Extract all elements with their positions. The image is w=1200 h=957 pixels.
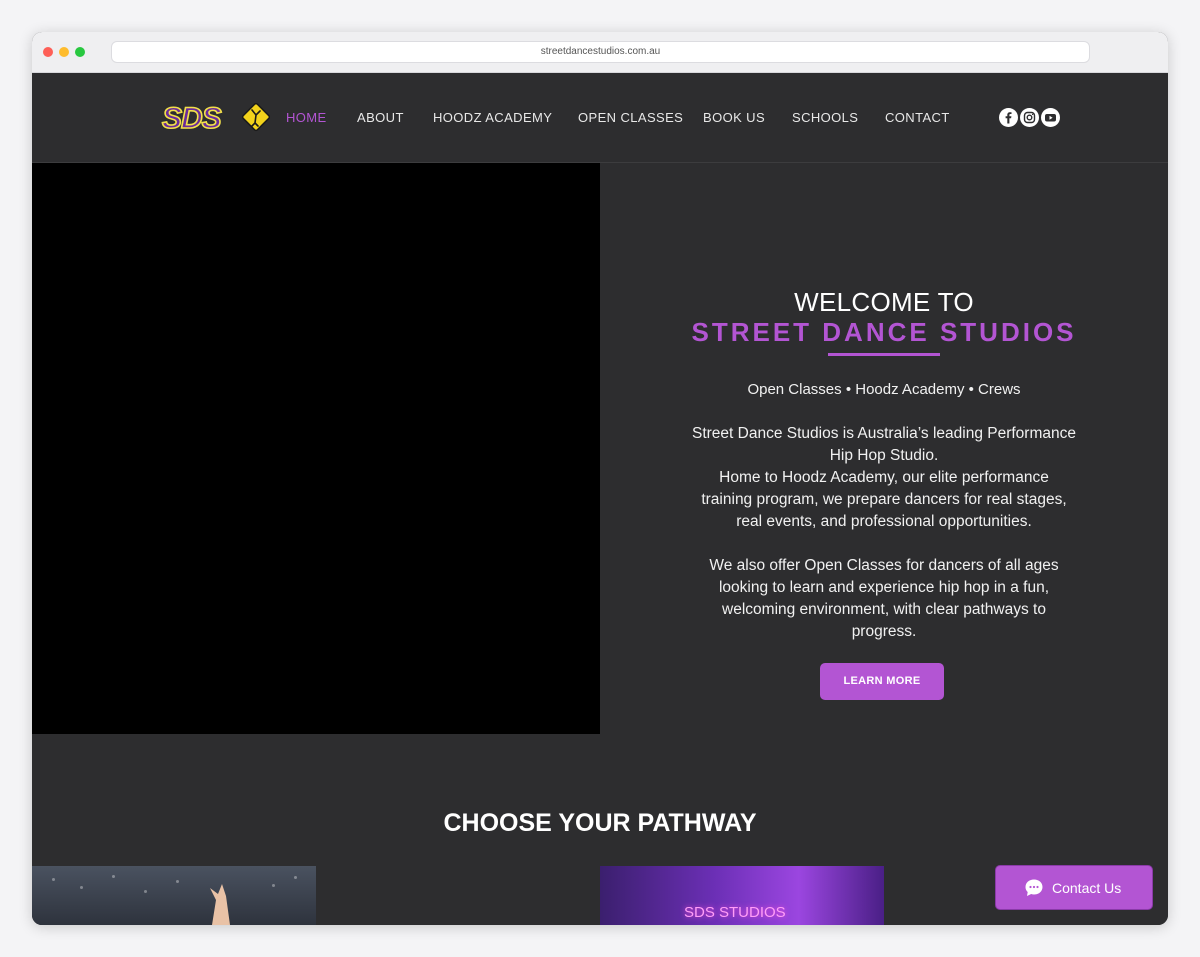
contact-us-chat-button[interactable]: Contact Us bbox=[995, 865, 1153, 910]
learn-more-button[interactable]: LEARN MORE bbox=[820, 663, 944, 700]
hero-tagline: Open Classes • Hoodz Academy • Crews bbox=[747, 381, 1021, 398]
nav-about[interactable]: ABOUT bbox=[357, 110, 404, 125]
chat-bubble-icon bbox=[1024, 878, 1044, 901]
nav-schools[interactable]: SCHOOLS bbox=[792, 110, 858, 125]
facebook-icon[interactable] bbox=[999, 108, 1018, 127]
hero-paragraph-1: Street Dance Studios is Australia’s lead… bbox=[692, 425, 1076, 464]
studio-name-heading: STREET DANCE STUDIOS bbox=[691, 317, 1077, 347]
hero-video[interactable] bbox=[32, 163, 600, 734]
nav-open-classes[interactable]: OPEN CLASSES bbox=[578, 110, 683, 125]
website: SDS HOME ABOUT HOODZ ACADEMY OPEN CLASSE… bbox=[32, 73, 1168, 925]
browser-window: streetdancestudios.com.au SDS HOME ABOUT… bbox=[32, 32, 1168, 925]
heading-underline bbox=[828, 353, 940, 356]
minimize-window-button[interactable] bbox=[59, 47, 69, 57]
welcome-heading: WELCOME TO bbox=[794, 287, 974, 317]
studio-neon-sign: SDS STUDIOS bbox=[684, 904, 786, 921]
nav-contact[interactable]: CONTACT bbox=[885, 110, 950, 125]
logo-text: SDS bbox=[162, 102, 222, 135]
browser-toolbar: streetdancestudios.com.au bbox=[32, 32, 1168, 73]
header-nav: SDS HOME ABOUT HOODZ ACADEMY OPEN CLASSE… bbox=[32, 73, 1168, 163]
sds-logo[interactable]: SDS bbox=[160, 99, 271, 136]
nav-home[interactable]: HOME bbox=[286, 110, 327, 125]
chat-label: Contact Us bbox=[1052, 880, 1122, 896]
maximize-window-button[interactable] bbox=[75, 47, 85, 57]
nav-hoodz-academy[interactable]: HOODZ ACADEMY bbox=[433, 110, 552, 125]
close-window-button[interactable] bbox=[43, 47, 53, 57]
hero-text-block: WELCOME TO STREET DANCE STUDIOS Open Cla… bbox=[632, 287, 1136, 643]
pathway-heading: CHOOSE YOUR PATHWAY bbox=[443, 809, 757, 837]
nav-book-us[interactable]: BOOK US bbox=[703, 110, 765, 125]
pathway-image-studio[interactable]: SDS STUDIOS bbox=[600, 866, 884, 925]
address-bar[interactable]: streetdancestudios.com.au bbox=[111, 41, 1090, 63]
instagram-icon[interactable] bbox=[1020, 108, 1039, 127]
youtube-icon[interactable] bbox=[1041, 108, 1060, 127]
hero-paragraph-2: Home to Hoodz Academy, our elite perform… bbox=[701, 469, 1067, 530]
hero-paragraph-3: We also offer Open Classes for dancers o… bbox=[709, 557, 1059, 640]
pathway-image-performance[interactable] bbox=[32, 866, 316, 925]
